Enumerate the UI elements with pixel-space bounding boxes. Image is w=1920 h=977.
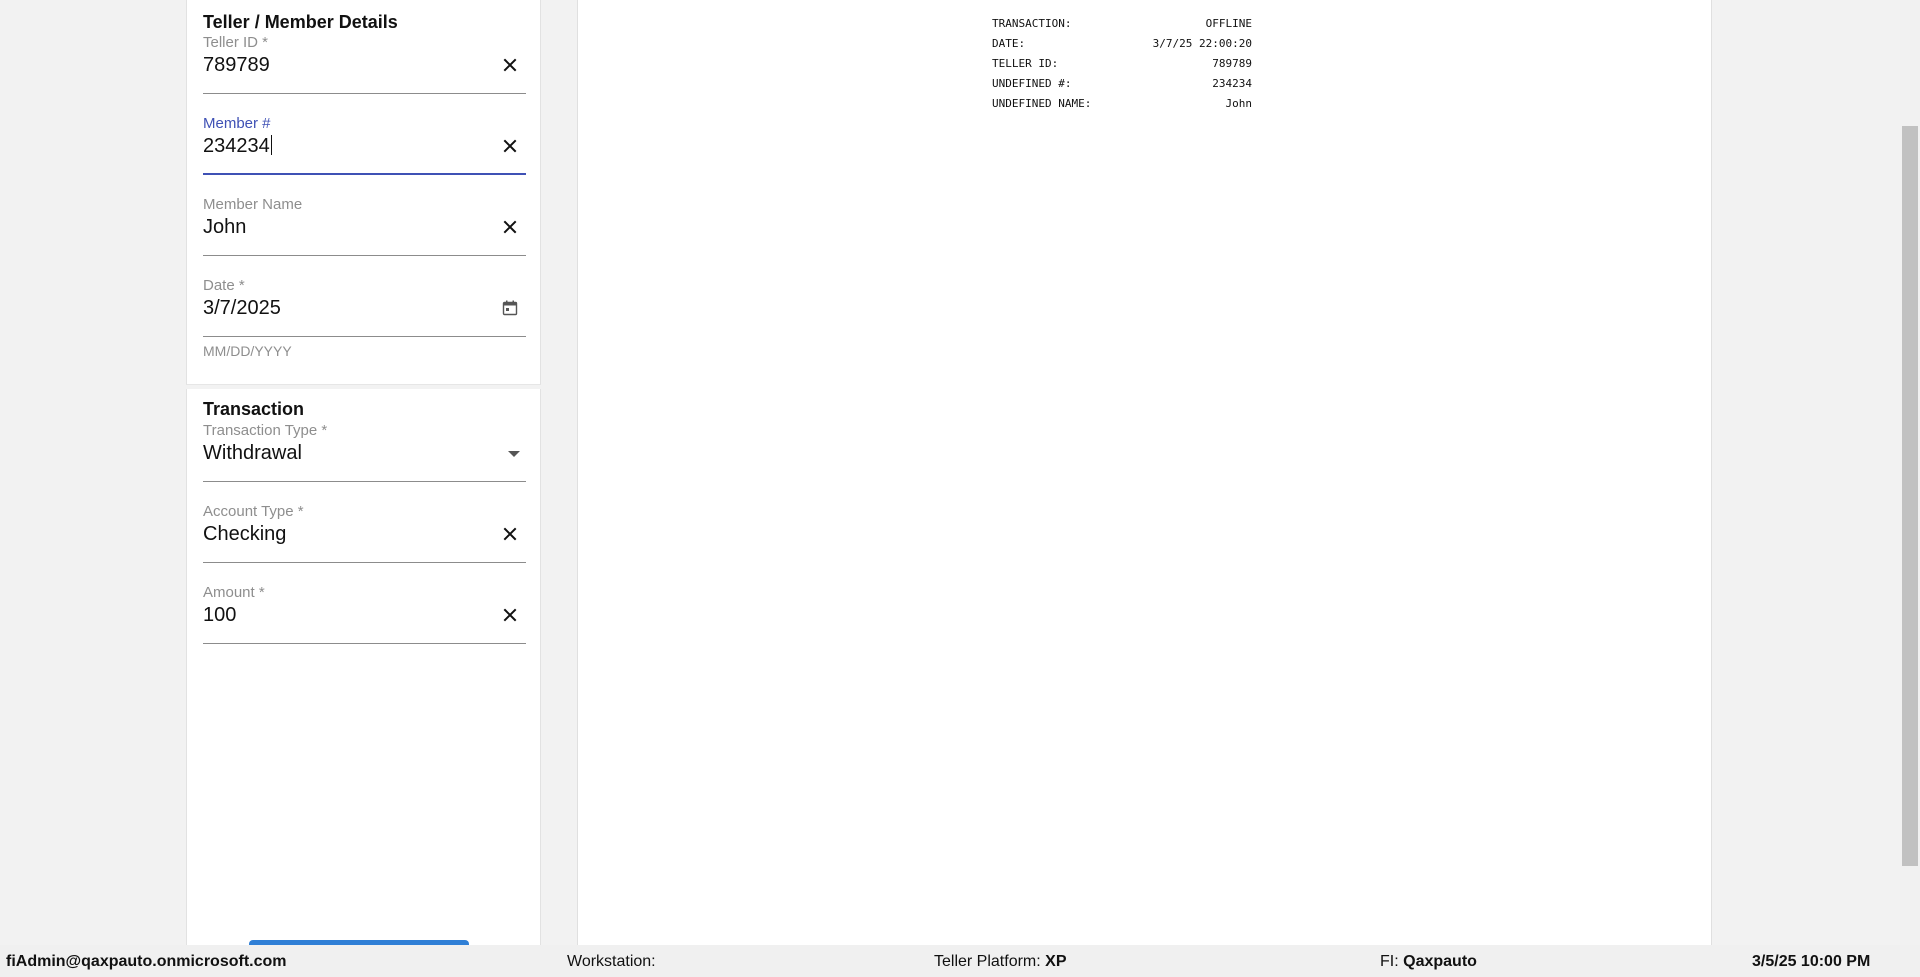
receipt-row: DATE: 3/7/25 22:00:20 bbox=[992, 34, 1252, 54]
teller-id-field[interactable]: Teller ID * 789789 bbox=[203, 34, 526, 94]
clear-account-type-button[interactable] bbox=[500, 524, 520, 544]
signed-in-user: fiAdmin@qaxpauto.onmicrosoft.com bbox=[6, 953, 287, 970]
member-number-label: Member # bbox=[203, 115, 271, 132]
close-icon bbox=[503, 58, 517, 72]
member-number-underline bbox=[203, 173, 526, 175]
member-number-input[interactable]: 234234 bbox=[203, 135, 272, 158]
clear-member-number-button[interactable] bbox=[500, 136, 520, 156]
teller-id-underline bbox=[203, 93, 526, 94]
vertical-scrollbar[interactable] bbox=[1900, 0, 1920, 945]
teller-id-value[interactable]: 789789 bbox=[203, 54, 270, 77]
teller-member-details-title: Teller / Member Details bbox=[203, 12, 398, 32]
date-value[interactable]: 3/7/2025 bbox=[203, 297, 281, 320]
receipt-row-label: UNDEFINED #: bbox=[992, 77, 1072, 90]
transaction-type-underline bbox=[203, 481, 526, 482]
receipt-preview: TRANSACTION: OFFLINE DATE: 3/7/25 22:00:20 T… bbox=[577, 0, 1712, 945]
receipt-row-label: UNDEFINED NAME: bbox=[992, 97, 1092, 110]
member-number-value: 234234 bbox=[203, 135, 270, 157]
status-bar: fiAdmin@qaxpauto.onmicrosoft.com Worksta… bbox=[0, 945, 1920, 977]
transaction-type-select[interactable]: Transaction Type * Withdrawal bbox=[203, 422, 526, 482]
scrollbar-thumb[interactable] bbox=[1902, 126, 1918, 866]
close-icon bbox=[503, 527, 517, 541]
teller-id-label: Teller ID * bbox=[203, 34, 269, 51]
member-name-underline bbox=[203, 255, 526, 256]
receipt-row-value: 234234 bbox=[1212, 77, 1252, 90]
member-name-field[interactable]: Member Name John bbox=[203, 196, 526, 256]
amount-value[interactable]: 100 bbox=[203, 604, 236, 627]
close-icon bbox=[503, 608, 517, 622]
date-underline bbox=[203, 336, 526, 337]
transaction-type-dropdown-button[interactable] bbox=[502, 444, 526, 464]
transaction-type-label: Transaction Type * bbox=[203, 422, 328, 439]
receipt-row-value: OFFLINE bbox=[1205, 17, 1252, 30]
receipt-row: UNDEFINED #: 234234 bbox=[992, 74, 1252, 94]
amount-label: Amount * bbox=[203, 584, 265, 601]
form-panel: Teller / Member Details Teller ID * 7897… bbox=[186, 0, 541, 945]
amount-underline bbox=[203, 643, 526, 644]
calendar-icon bbox=[502, 300, 518, 316]
arrow-drop-down-icon bbox=[508, 451, 520, 457]
close-icon bbox=[503, 139, 517, 153]
receipt-row: TRANSACTION: OFFLINE bbox=[992, 14, 1252, 34]
member-name-label: Member Name bbox=[203, 196, 303, 213]
transaction-title: Transaction bbox=[203, 399, 305, 419]
member-name-value[interactable]: John bbox=[203, 216, 246, 239]
clear-member-name-button[interactable] bbox=[500, 217, 520, 237]
account-type-label: Account Type * bbox=[203, 503, 304, 520]
receipt-row-label: DATE: bbox=[992, 37, 1026, 50]
receipt-row: TELLER ID: 789789 bbox=[992, 54, 1252, 74]
teller-member-details-card: Teller / Member Details Teller ID * 7897… bbox=[186, 0, 541, 385]
receipt-text: TRANSACTION: OFFLINE DATE: 3/7/25 22:00:20 T… bbox=[992, 14, 1252, 114]
receipt-row-label: TELLER ID: bbox=[992, 57, 1059, 70]
receipt-row-label: TRANSACTION: bbox=[992, 17, 1072, 30]
teller-platform-info: Teller Platform: XP bbox=[934, 953, 1067, 970]
account-type-underline bbox=[203, 562, 526, 563]
date-field[interactable]: Date * 3/7/2025 bbox=[203, 277, 526, 337]
date-label: Date * bbox=[203, 277, 245, 294]
open-calendar-button[interactable] bbox=[500, 298, 520, 318]
receipt-row: UNDEFINED NAME: John bbox=[992, 94, 1252, 114]
amount-field[interactable]: Amount * 100 bbox=[203, 584, 526, 644]
member-number-field[interactable]: Member # 234234 bbox=[203, 115, 526, 175]
receipt-row-value: John bbox=[1225, 97, 1253, 110]
receipt-row-value: 3/7/25 22:00:20 bbox=[1152, 37, 1252, 50]
text-caret bbox=[270, 135, 272, 155]
workstation-info: Workstation: bbox=[567, 953, 656, 970]
close-icon bbox=[503, 220, 517, 234]
fi-info: FI: Qaxpauto bbox=[1380, 953, 1477, 970]
transaction-type-value[interactable]: Withdrawal bbox=[203, 442, 302, 465]
clear-amount-button[interactable] bbox=[500, 605, 520, 625]
clear-teller-id-button[interactable] bbox=[500, 55, 520, 75]
receipt-row-value: 789789 bbox=[1212, 57, 1252, 70]
account-type-field[interactable]: Account Type * Checking bbox=[203, 503, 526, 563]
transaction-card: Transaction Transaction Type * Withdrawa… bbox=[186, 389, 541, 945]
account-type-value[interactable]: Checking bbox=[203, 523, 286, 546]
status-datetime: 3/5/25 10:00 PM bbox=[1752, 953, 1871, 970]
date-format-hint: MM/DD/YYYY bbox=[203, 343, 292, 359]
